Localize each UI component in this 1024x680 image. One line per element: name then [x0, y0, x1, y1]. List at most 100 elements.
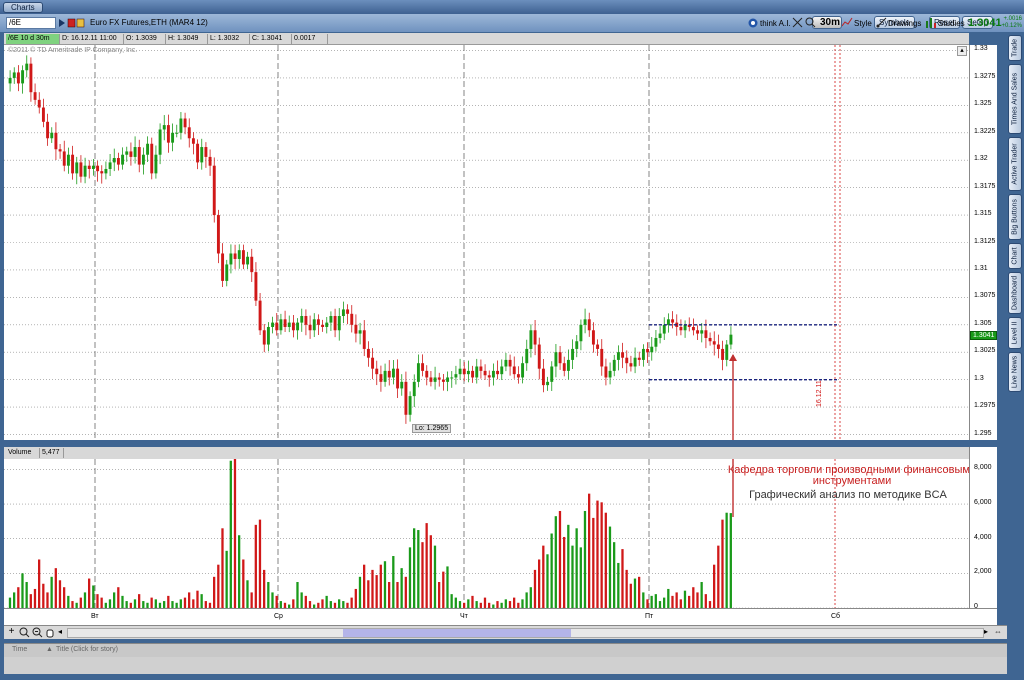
volume-bar [250, 592, 253, 608]
charts-tab[interactable]: Charts [3, 2, 43, 13]
net-change-percent: +0.12% [1001, 23, 1022, 29]
scroll-thumb[interactable] [343, 629, 571, 637]
symbol-arrows-icon[interactable] [58, 18, 86, 28]
scroll-left-icon[interactable]: ◂ [58, 627, 62, 636]
side-tab-big-buttons[interactable]: Big Buttons [1008, 194, 1022, 240]
side-tab-trade[interactable]: Trade [1008, 35, 1022, 61]
volume-bar [96, 594, 99, 608]
studies-button[interactable]: Studies [938, 19, 965, 28]
volume-bar [121, 595, 124, 608]
volume-bar [600, 502, 603, 608]
pan-hand-icon[interactable] [45, 627, 55, 638]
volume-bar [338, 599, 341, 608]
volume-bar [254, 524, 257, 608]
scroll-track[interactable] [67, 628, 984, 638]
volume-bar [496, 601, 499, 608]
side-tab-active-trader[interactable]: Active Trader [1008, 137, 1022, 191]
price-plot[interactable]: ©2011 © TD Ameritrade IP Company, Inc. L… [4, 45, 969, 440]
candle-body [425, 370, 429, 378]
side-tab-live-news[interactable]: Live News [1008, 352, 1022, 392]
price-tick-label: 1.2975 [974, 402, 996, 410]
side-tab-times-and-sales[interactable]: Times And Sales [1008, 64, 1022, 134]
magnify-plus-icon[interactable] [19, 627, 30, 638]
candle-body [725, 344, 729, 360]
volume-bar [608, 526, 612, 608]
volume-bar [150, 597, 153, 608]
candle-body [616, 352, 620, 360]
candle-body [633, 357, 637, 367]
side-tab-dashboard[interactable]: Dashboard [1008, 272, 1022, 314]
volume-bar [696, 592, 699, 608]
zoom-in-icon[interactable]: + [6, 627, 17, 638]
volume-bar [38, 559, 41, 608]
volume-bar [383, 561, 387, 608]
candle-body [412, 381, 416, 397]
volume-bar [46, 592, 49, 608]
price-tick-label: 1.32 [974, 155, 988, 163]
volume-bar [50, 576, 53, 608]
side-tab-label: Chart [1011, 247, 1019, 265]
time-axis[interactable]: Вт Ср Чт Пт Сб [4, 608, 997, 625]
volume-bar [163, 601, 166, 608]
candle-body [396, 368, 400, 389]
candle-body [37, 99, 41, 108]
volume-bar [667, 588, 670, 608]
volume-bar [721, 519, 724, 608]
volume-bar [592, 517, 595, 608]
candle-body [350, 313, 354, 325]
side-tab-level-ii[interactable]: Level II [1008, 317, 1022, 349]
volume-bar [571, 545, 574, 608]
volume-bar [67, 595, 70, 608]
volume-bar [400, 568, 403, 608]
magnify-minus-icon[interactable] [32, 627, 43, 638]
side-tab-chart[interactable]: Chart [1008, 243, 1022, 269]
volume-bar [17, 587, 20, 608]
timeframe-selector[interactable]: 30m [820, 17, 840, 28]
candle-body [129, 151, 133, 157]
side-tab-label: Live News [1011, 355, 1019, 389]
symbol-input[interactable]: /6E [6, 17, 56, 29]
candle-body [487, 375, 491, 378]
volume-bar [417, 530, 420, 608]
candle-body [587, 319, 591, 331]
candle-body [333, 316, 337, 331]
volume-bar [304, 595, 307, 608]
style-button[interactable]: Style [854, 19, 872, 28]
candle-body [175, 132, 179, 134]
volume-bar [88, 578, 91, 608]
think-ai-button[interactable]: think A.I. [760, 19, 791, 28]
studies-icon [926, 17, 936, 28]
volume-bar [79, 597, 82, 608]
volume-bar [546, 554, 549, 608]
expand-icon[interactable]: ⇔ [994, 627, 1002, 636]
volume-bar [475, 601, 478, 608]
side-tab-label: Big Buttons [1011, 199, 1019, 235]
crosshair-tool-icon[interactable] [792, 17, 803, 28]
volume-plot[interactable]: Кафедра торговли производными финансовым… [4, 459, 976, 609]
time-tick-label: Вт [91, 613, 99, 620]
volume-bar [33, 588, 37, 608]
volume-bar [325, 595, 328, 608]
volume-bar [354, 588, 357, 608]
volume-bar [25, 582, 28, 608]
zoom-tool-icon[interactable] [805, 17, 816, 28]
volume-bar [183, 597, 187, 608]
price-axis[interactable]: 1.33 1.3275 1.325 1.3225 1.32 1.3175 1.315 1.31… [969, 45, 997, 440]
volume-bar [429, 535, 432, 608]
candle-body [283, 319, 287, 327]
collapse-icon[interactable]: ▴ [957, 46, 967, 56]
volume-bar [704, 594, 707, 608]
candle-body [300, 316, 304, 323]
volume-bar [688, 595, 691, 608]
scroll-right-icon[interactable]: ▸ [984, 627, 988, 636]
volume-bar [196, 590, 199, 608]
volume-axis[interactable]: 8,000 6,000 4,000 2,000 0 [969, 447, 997, 610]
info-high: H: 1.3049 [166, 34, 208, 44]
candle-body [712, 341, 716, 345]
candle-body [183, 118, 187, 128]
volume-bar [450, 594, 453, 608]
news-title-label[interactable]: Title (Click for story) [56, 646, 118, 653]
volume-bar [271, 592, 274, 608]
volume-bar [242, 559, 245, 608]
drawings-button[interactable]: Drawings [888, 19, 921, 28]
